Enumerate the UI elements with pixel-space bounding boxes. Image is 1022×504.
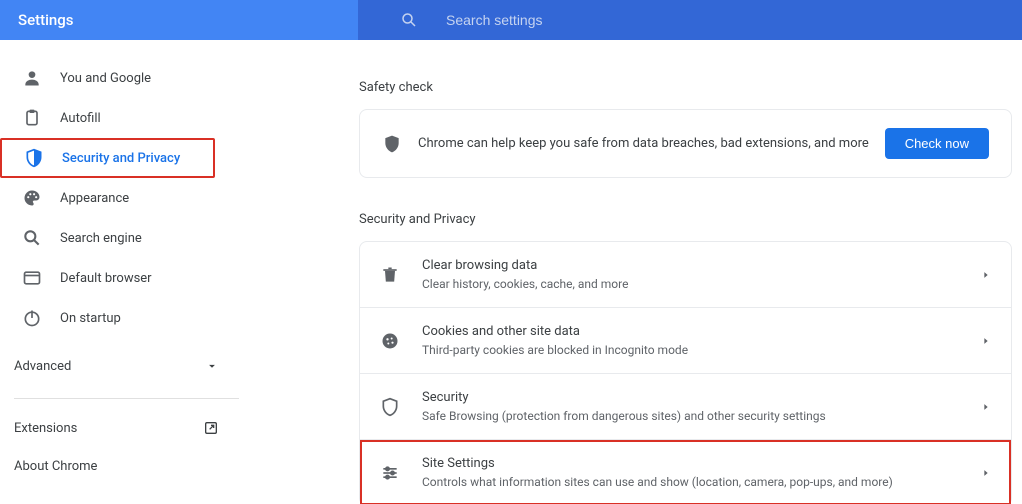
tune-icon [380, 463, 400, 483]
header-left: Settings [0, 0, 358, 40]
list-item-cookies[interactable]: Cookies and other site data Third-party … [360, 308, 1011, 374]
list-item-desc: Controls what information sites can use … [422, 475, 981, 489]
sidebar-advanced[interactable]: Advanced [0, 346, 253, 386]
security-privacy-title: Security and Privacy [359, 212, 1012, 227]
list-item-desc: Clear history, cookies, cache, and more [422, 277, 981, 291]
chevron-right-icon [981, 402, 991, 412]
trash-icon [380, 265, 400, 285]
sidebar-item-label: On startup [60, 311, 121, 326]
shield-icon [24, 148, 44, 168]
advanced-label: Advanced [14, 359, 71, 374]
search-icon [22, 228, 42, 248]
list-item-clear-browsing-data[interactable]: Clear browsing data Clear history, cooki… [360, 242, 1011, 308]
header: Settings [0, 0, 1022, 40]
sidebar-item-you-and-google[interactable]: You and Google [0, 58, 243, 98]
chevron-right-icon [981, 336, 991, 346]
list-item-text: Site Settings Controls what information … [422, 456, 981, 489]
person-icon [22, 68, 42, 88]
chevron-down-icon [205, 359, 219, 373]
list-item-text: Cookies and other site data Third-party … [422, 324, 981, 357]
cookie-icon [380, 331, 400, 351]
list-item-desc: Third-party cookies are blocked in Incog… [422, 343, 981, 357]
sidebar-item-label: Autofill [60, 111, 101, 126]
sidebar-item-label: Search engine [60, 231, 142, 246]
main-content: Safety check Chrome can help keep you sa… [253, 40, 1022, 504]
divider [14, 398, 239, 399]
sidebar-about-chrome[interactable]: About Chrome [0, 447, 253, 485]
list-item-title: Cookies and other site data [422, 324, 981, 339]
palette-icon [22, 188, 42, 208]
power-icon [22, 308, 42, 328]
list-item-text: Clear browsing data Clear history, cooki… [422, 258, 981, 291]
list-item-desc: Safe Browsing (protection from dangerous… [422, 409, 981, 423]
list-item-title: Site Settings [422, 456, 981, 471]
sidebar-item-label: Appearance [60, 191, 129, 206]
sidebar-extensions[interactable]: Extensions [0, 409, 253, 447]
sidebar-item-search-engine[interactable]: Search engine [0, 218, 243, 258]
open-external-icon [203, 420, 219, 436]
search-icon [400, 11, 418, 29]
search-input[interactable] [446, 12, 846, 28]
safety-check-card: Chrome can help keep you safe from data … [359, 109, 1012, 178]
check-now-button[interactable]: Check now [885, 128, 989, 159]
page-title: Settings [18, 11, 74, 29]
extensions-label: Extensions [14, 421, 77, 436]
sidebar-item-security-privacy[interactable]: Security and Privacy [0, 138, 215, 178]
chevron-right-icon [981, 468, 991, 478]
sidebar-item-label: Default browser [60, 271, 152, 286]
security-privacy-card: Clear browsing data Clear history, cooki… [359, 241, 1012, 504]
list-item-text: Security Safe Browsing (protection from … [422, 390, 981, 423]
search-bar[interactable] [358, 0, 1022, 40]
sidebar-item-label: Security and Privacy [62, 151, 180, 166]
clipboard-icon [22, 108, 42, 128]
safety-check-text: Chrome can help keep you safe from data … [418, 136, 885, 151]
list-item-title: Clear browsing data [422, 258, 981, 273]
sidebar-item-appearance[interactable]: Appearance [0, 178, 243, 218]
shield-outline-icon [380, 397, 400, 417]
sidebar-item-label: You and Google [60, 71, 151, 86]
sidebar-item-default-browser[interactable]: Default browser [0, 258, 243, 298]
browser-icon [22, 268, 42, 288]
chevron-right-icon [981, 270, 991, 280]
about-label: About Chrome [14, 459, 97, 474]
list-item-security[interactable]: Security Safe Browsing (protection from … [360, 374, 1011, 440]
sidebar-item-on-startup[interactable]: On startup [0, 298, 243, 338]
list-item-site-settings[interactable]: Site Settings Controls what information … [360, 440, 1011, 504]
safety-check-title: Safety check [359, 80, 1012, 95]
sidebar-item-autofill[interactable]: Autofill [0, 98, 243, 138]
shield-icon [382, 134, 402, 154]
sidebar: You and Google Autofill Security and Pri… [0, 40, 253, 504]
list-item-title: Security [422, 390, 981, 405]
